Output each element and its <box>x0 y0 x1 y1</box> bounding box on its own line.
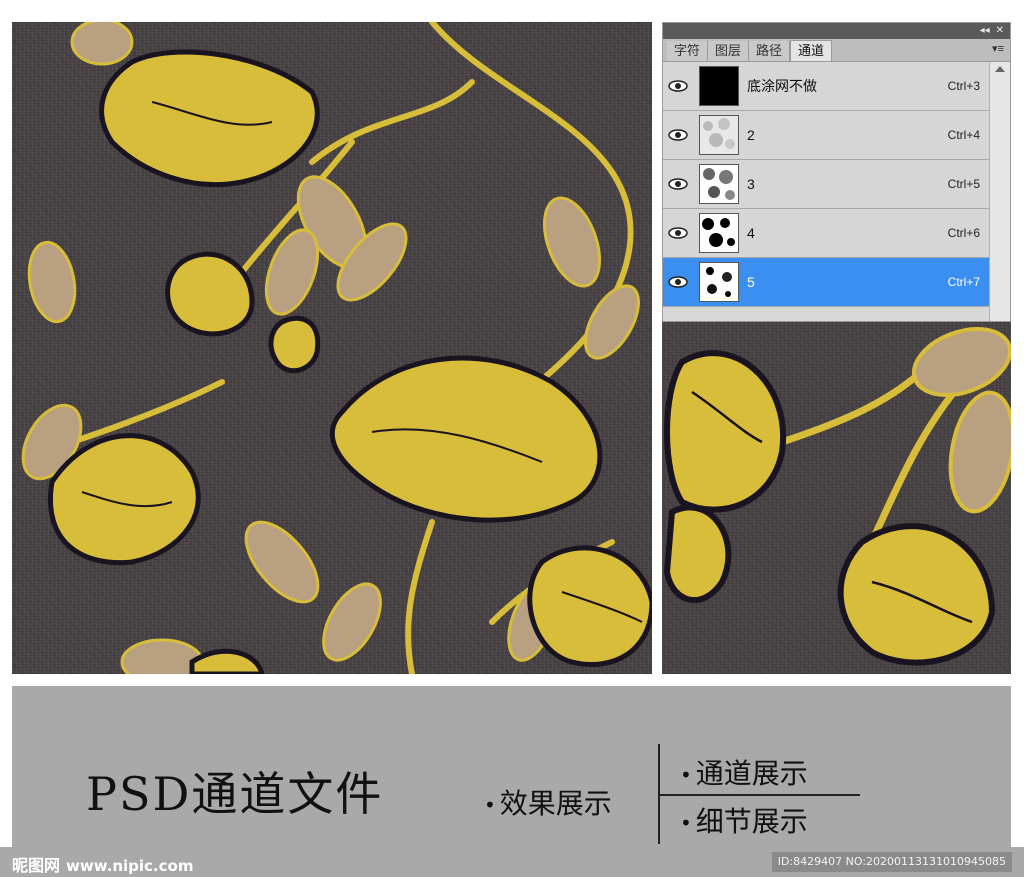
channel-row[interactable]: 5 Ctrl+7 <box>663 258 990 307</box>
channel-thumbnail <box>699 262 739 302</box>
watermark-bar: 昵图网 www.nipic.com ID:8429407 NO:202001131… <box>0 847 1024 877</box>
channel-row[interactable]: 4 Ctrl+6 <box>663 209 990 258</box>
channel-list: 底涂网不做 Ctrl+3 2 Ctrl+4 3 Ctrl+5 4 Ctrl+6 … <box>663 62 990 307</box>
eye-icon[interactable] <box>663 178 693 190</box>
channel-name: 3 <box>747 176 755 192</box>
scroll-up-icon[interactable] <box>995 66 1005 72</box>
pattern-effect-preview <box>12 22 652 674</box>
tab-paths[interactable]: 路径 <box>749 41 791 61</box>
channel-name: 4 <box>747 225 755 241</box>
banner-title: PSD通道文件 <box>86 767 384 821</box>
channel-row[interactable]: 2 Ctrl+4 <box>663 111 990 160</box>
watermark-id: ID:8429407 NO:20200113131010945085 <box>771 852 1012 872</box>
pattern-detail-preview <box>662 322 1011 674</box>
tab-character[interactable]: 字符 <box>667 41 709 61</box>
channel-shortcut: Ctrl+4 <box>947 128 980 142</box>
channel-name: 底涂网不做 <box>747 78 817 94</box>
info-banner: PSD通道文件 效果展示 通道展示 细节展示 <box>12 686 1011 847</box>
tab-channels[interactable]: 通道 <box>790 40 833 61</box>
channel-thumbnail <box>699 213 739 253</box>
channel-shortcut: Ctrl+7 <box>947 275 980 289</box>
effect-preview-label: 效果展示 <box>484 782 612 822</box>
panel-titlebar: ◂◂ ✕ <box>663 23 1010 39</box>
channel-name: 5 <box>747 274 755 290</box>
divider-horizontal <box>658 794 860 796</box>
panel-menu-icon[interactable]: ▾≡ <box>992 42 1004 55</box>
channel-name: 2 <box>747 127 755 143</box>
channel-thumbnail <box>699 66 739 106</box>
channel-shortcut: Ctrl+3 <box>947 79 980 93</box>
panel-scrollbar[interactable] <box>989 62 1010 321</box>
floral-detail-art <box>663 327 1011 666</box>
watermark-url: www.nipic.com <box>66 857 194 875</box>
eye-icon[interactable] <box>663 129 693 141</box>
floral-pattern-art <box>21 22 652 674</box>
tab-layers[interactable]: 图层 <box>708 41 750 61</box>
channel-shortcut: Ctrl+6 <box>947 226 980 240</box>
watermark-brand-name: 昵图网 <box>12 856 61 875</box>
channel-row[interactable]: 底涂网不做 Ctrl+3 <box>663 62 990 111</box>
close-icon[interactable]: ✕ <box>996 23 1004 39</box>
channel-row[interactable]: 3 Ctrl+5 <box>663 160 990 209</box>
channel-thumbnail <box>699 115 739 155</box>
panel-tabs: 字符 图层 路径 通道 ▾≡ <box>663 39 1010 62</box>
eye-icon[interactable] <box>663 227 693 239</box>
channel-preview-label: 通道展示 <box>680 752 808 792</box>
detail-preview-label: 细节展示 <box>680 800 808 840</box>
channel-shortcut: Ctrl+5 <box>947 177 980 191</box>
channel-thumbnail <box>699 164 739 204</box>
watermark-brand: 昵图网 www.nipic.com <box>12 852 193 876</box>
channels-panel: ◂◂ ✕ 字符 图层 路径 通道 ▾≡ 底涂网不做 Ctrl+3 2 Ctrl+… <box>662 22 1011 322</box>
eye-icon[interactable] <box>663 276 693 288</box>
eye-icon[interactable] <box>663 80 693 92</box>
collapse-icon[interactable]: ◂◂ <box>980 23 990 39</box>
